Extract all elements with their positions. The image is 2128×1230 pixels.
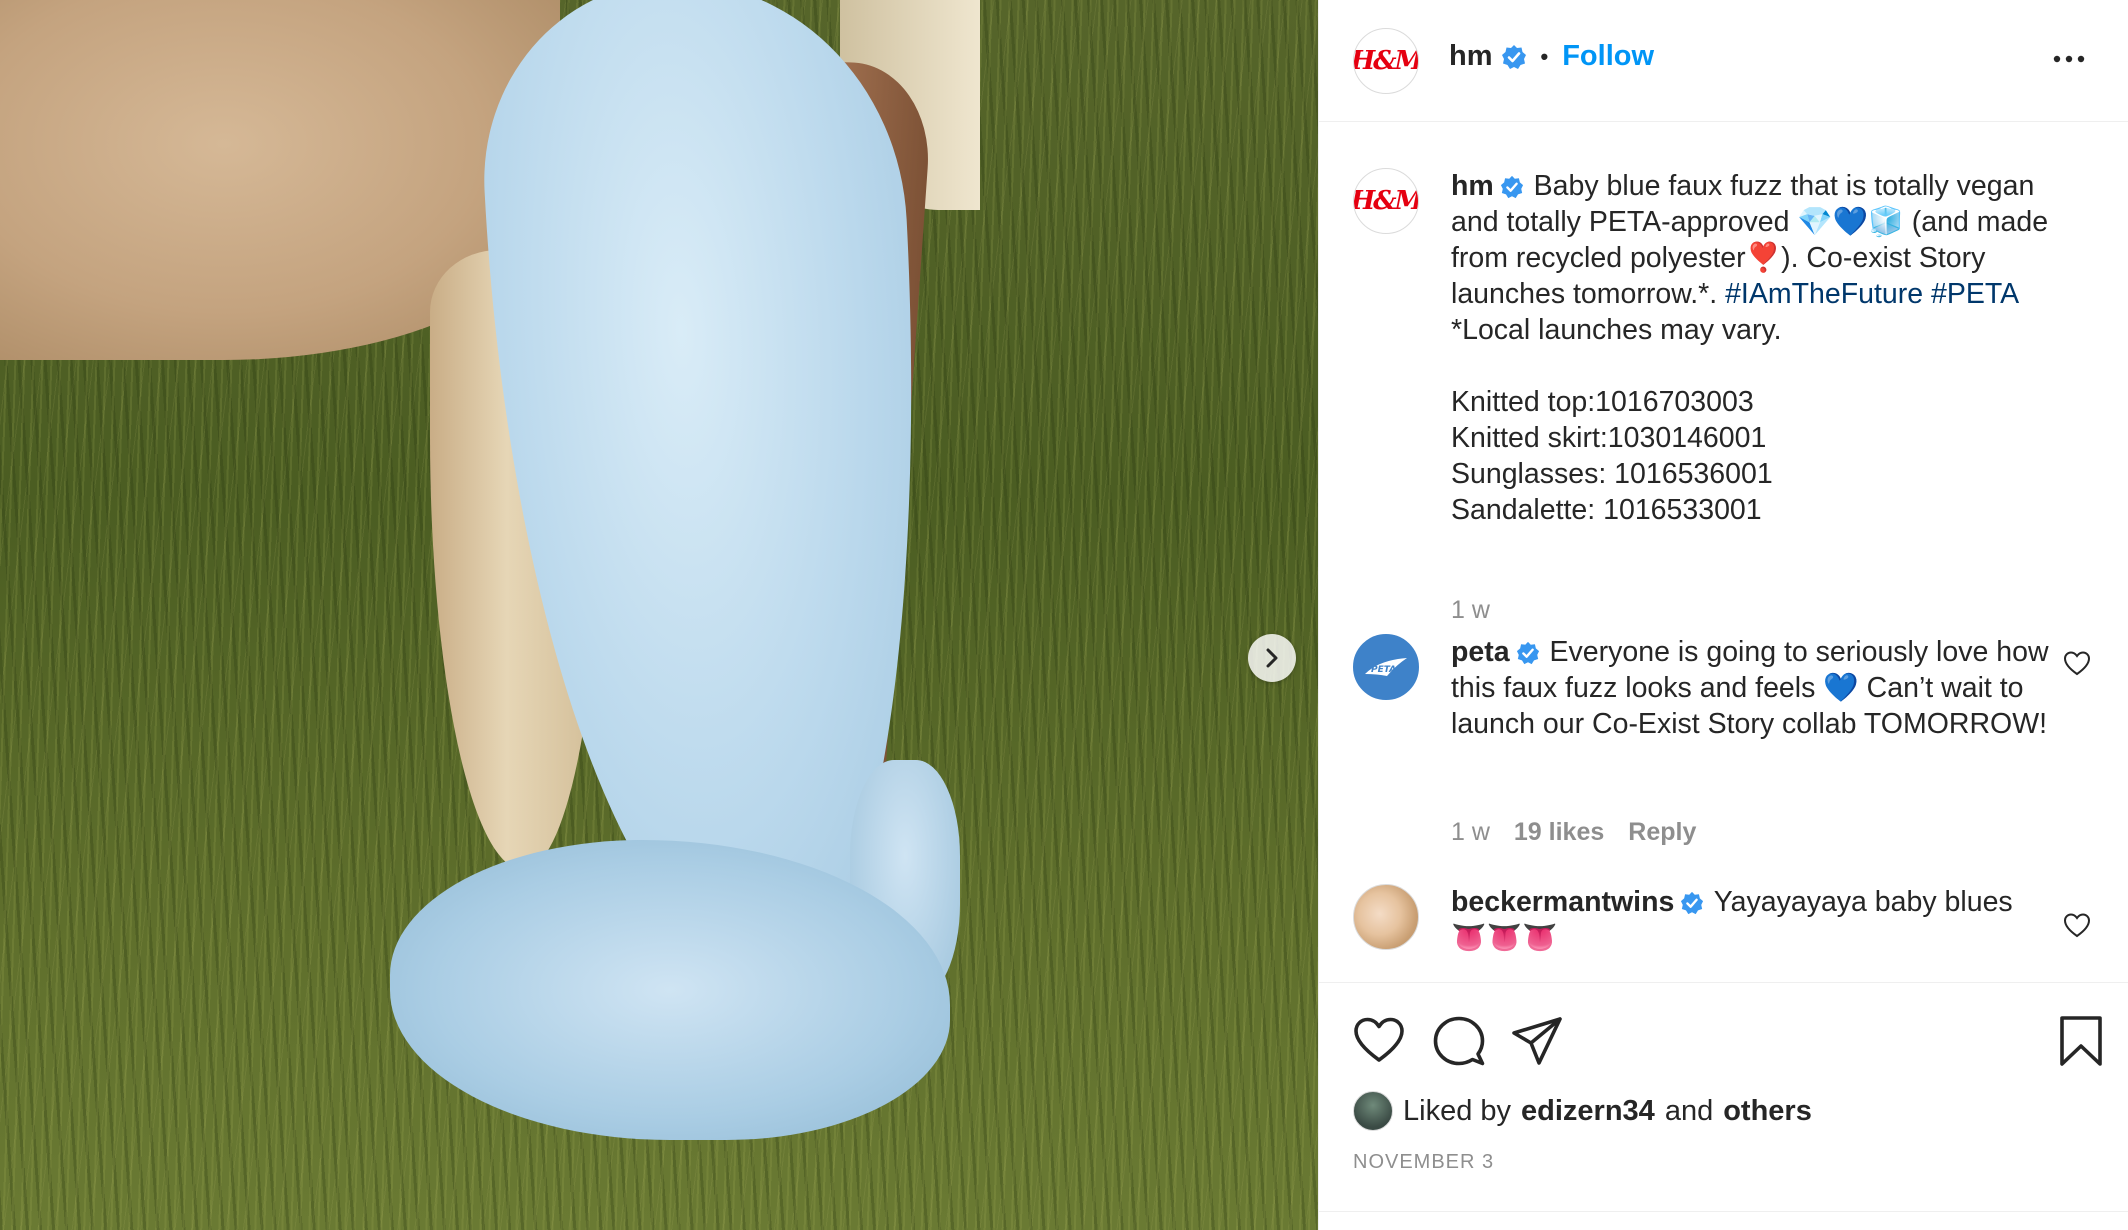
avatar[interactable] bbox=[1353, 884, 1419, 950]
post-date[interactable]: NOVEMBER 3 bbox=[1353, 1151, 1494, 1174]
comment-text: beckermantwins Yayayayaya baby blues 👅👅👅 bbox=[1451, 884, 2051, 956]
post-header: H&M hm • Follow bbox=[1319, 0, 2128, 122]
avatar[interactable]: PETA bbox=[1353, 634, 1419, 700]
heart-icon[interactable] bbox=[2063, 912, 2091, 940]
share-icon[interactable] bbox=[1509, 1013, 1565, 1069]
post-actions: Liked by edizern34 and others NOVEMBER 3 bbox=[1319, 982, 2128, 1230]
more-icon[interactable] bbox=[2049, 44, 2089, 74]
verified-icon bbox=[1500, 176, 1523, 199]
comment-username[interactable]: peta bbox=[1451, 636, 1510, 668]
comment-text: peta Everyone is going to seriously love… bbox=[1451, 634, 2051, 742]
verified-icon bbox=[1501, 44, 1526, 69]
comment-meta: 1 w 19 likes Reply bbox=[1451, 818, 1696, 847]
caption-username[interactable]: hm bbox=[1451, 170, 1494, 202]
liked-and: and bbox=[1664, 1094, 1714, 1127]
follow-button[interactable]: Follow bbox=[1562, 40, 1654, 73]
comments-list[interactable]: H&M hm Baby blue faux fuzz that is total… bbox=[1319, 122, 2128, 982]
peta-logo-text: PETA bbox=[1371, 665, 1396, 675]
avatar[interactable]: H&M bbox=[1353, 168, 1419, 234]
comment-time[interactable]: 1 w bbox=[1451, 818, 1490, 847]
heart-icon[interactable] bbox=[2063, 650, 2091, 678]
hm-logo: H&M bbox=[1353, 46, 1419, 76]
reply-button[interactable]: Reply bbox=[1628, 818, 1696, 847]
liked-by: Liked by edizern34 and others bbox=[1353, 1091, 1812, 1131]
separator-dot: • bbox=[1540, 43, 1549, 69]
comment-body: Everyone is going to seriously love how … bbox=[1451, 636, 2057, 740]
verified-icon bbox=[1681, 892, 1704, 915]
liked-prefix: Liked by bbox=[1403, 1094, 1512, 1127]
caption-meta: 1 w bbox=[1451, 596, 1490, 625]
post-side-panel: H&M hm • Follow H&M hm Baby blue faux fu… bbox=[1318, 0, 2128, 1230]
hm-logo: H&M bbox=[1353, 186, 1419, 216]
avatar[interactable]: H&M bbox=[1353, 28, 1419, 94]
verified-icon bbox=[1516, 642, 1539, 665]
chevron-right-icon bbox=[1266, 648, 1278, 668]
avatar[interactable] bbox=[1353, 1091, 1393, 1131]
caption-text: hm Baby blue faux fuzz that is totally v… bbox=[1451, 168, 2051, 528]
comment-username[interactable]: beckermantwins bbox=[1451, 886, 1674, 918]
hashtag-link[interactable]: #IAmTheFuture bbox=[1725, 278, 1923, 310]
author-username[interactable]: hm bbox=[1449, 40, 1493, 73]
post-image[interactable] bbox=[0, 0, 1318, 1230]
divider bbox=[1319, 1211, 2128, 1212]
hashtag-link[interactable]: #PETA bbox=[1931, 278, 2019, 310]
liked-user-link[interactable]: edizern34 bbox=[1521, 1095, 1655, 1128]
peta-logo-icon: PETA bbox=[1365, 658, 1407, 676]
liked-others-link[interactable]: others bbox=[1723, 1095, 1812, 1128]
next-image-button[interactable] bbox=[1248, 634, 1296, 682]
header-user: hm • Follow bbox=[1449, 40, 1654, 73]
comment-likes[interactable]: 19 likes bbox=[1514, 818, 1604, 847]
heart-icon[interactable] bbox=[1351, 1013, 1407, 1069]
comment-icon[interactable] bbox=[1431, 1013, 1487, 1069]
caption-details: *Local launches may vary. Knitted top:10… bbox=[1451, 314, 1782, 526]
caption-time[interactable]: 1 w bbox=[1451, 596, 1490, 625]
bookmark-icon[interactable] bbox=[2053, 1013, 2109, 1069]
